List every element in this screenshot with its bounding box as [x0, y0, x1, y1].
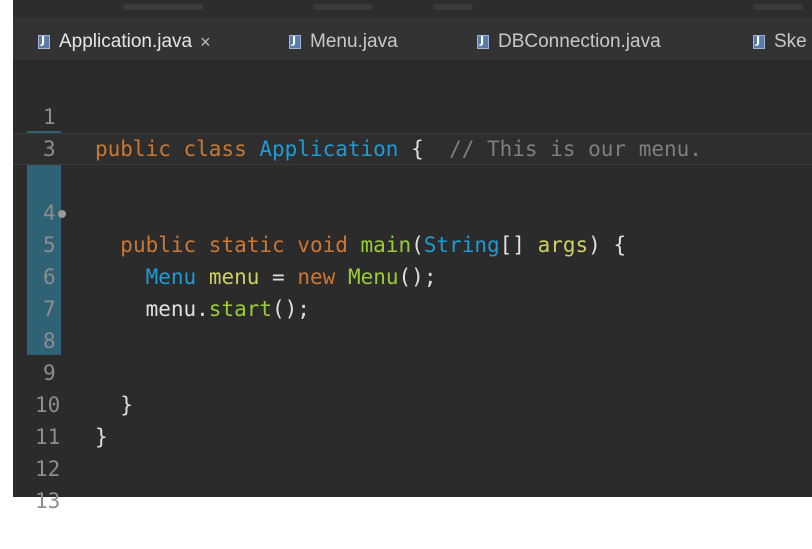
code-line: 6 menu.start();	[13, 229, 812, 321]
tab-dbconnection-java[interactable]: DBConnection.java	[477, 24, 661, 60]
code-line: 5 Menu menu = new Menu();	[13, 197, 812, 289]
tab-label: DBConnection.java	[498, 31, 661, 52]
code-line-current: 3 public class Application { // This is …	[13, 133, 812, 165]
code-line: 13	[13, 453, 812, 513]
code-line: 11	[13, 389, 812, 449]
tab-label: Menu.java	[310, 31, 398, 52]
tab-label: Ske	[774, 31, 807, 52]
editor-tabbar: Application.java × Menu.java DBConnectio…	[13, 18, 812, 61]
code-line: 4 public static void main(String[] args)…	[13, 165, 812, 257]
code-line: 1 package application;	[13, 69, 812, 161]
code-line: 7	[13, 261, 812, 321]
tab-label: Application.java	[59, 31, 193, 52]
tab-menu-java[interactable]: Menu.java	[289, 24, 398, 60]
ide-window: Application.java × Menu.java DBConnectio…	[0, 0, 812, 513]
code-editor[interactable]: 1 package application; 2 3 public class …	[13, 61, 812, 513]
java-file-icon	[477, 34, 489, 49]
close-icon[interactable]: ×	[200, 32, 211, 53]
blurred-title-strip	[13, 0, 812, 18]
tab-ske[interactable]: Ske	[753, 24, 807, 60]
java-file-icon	[753, 34, 765, 49]
line-number: 13	[35, 489, 61, 513]
tab-application-java[interactable]: Application.java ×	[38, 24, 211, 60]
java-file-icon	[38, 34, 50, 49]
code-line: 8	[13, 293, 812, 353]
code-line: 12	[13, 421, 812, 481]
code-line: 2	[13, 101, 812, 161]
code-line: 9 }	[13, 325, 812, 417]
line-number: 3	[43, 137, 56, 161]
code-line: 10 }	[13, 357, 812, 449]
java-file-icon	[289, 34, 301, 49]
left-window-edge	[0, 0, 13, 497]
